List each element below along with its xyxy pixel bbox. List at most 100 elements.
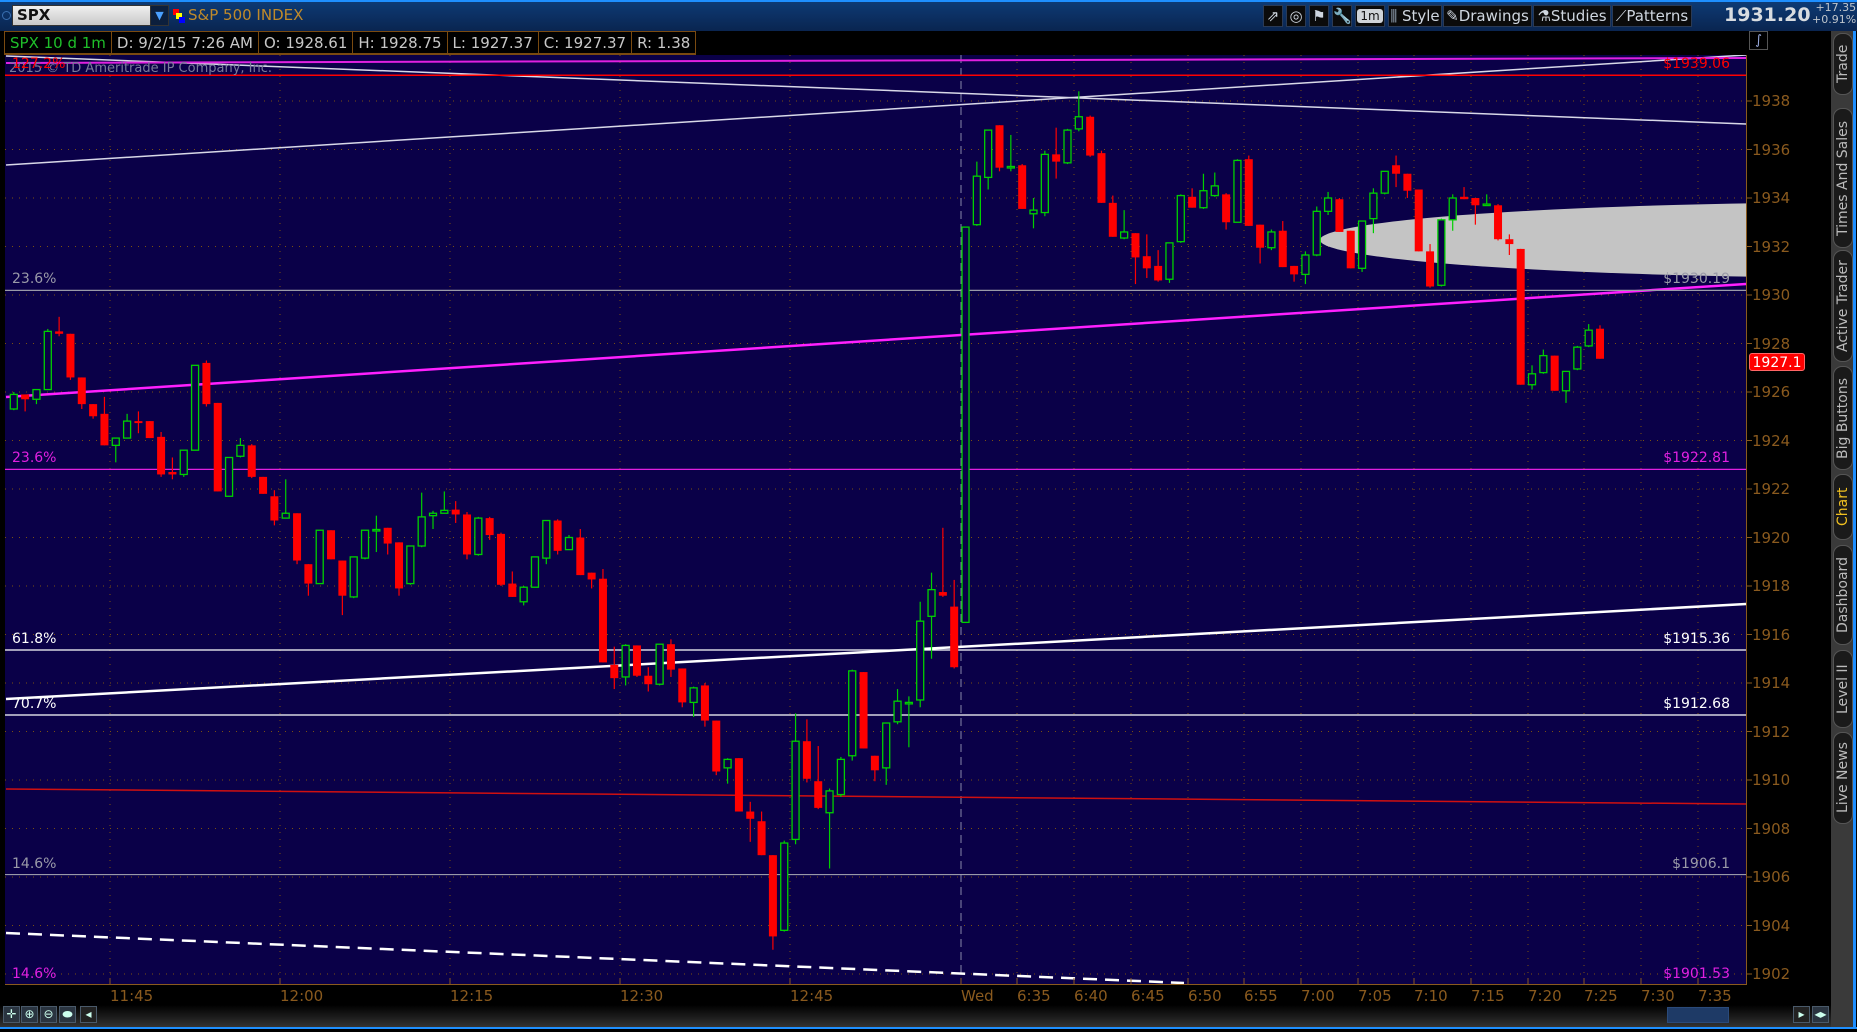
candle-body-down (383, 527, 392, 544)
candle-body-up (440, 509, 449, 514)
candle-body-down (1097, 153, 1106, 203)
x-tick-label: 11:45 (110, 987, 154, 1005)
candle-body-down (168, 472, 177, 475)
scroll-right-icon[interactable]: ▸ (1793, 1006, 1810, 1023)
x-tick-label: 7:25 (1584, 987, 1618, 1005)
price-chart[interactable] (0, 0, 1857, 1032)
x-tick-label: 6:50 (1188, 987, 1222, 1005)
side-tab-big-buttons[interactable]: Big Buttons (1833, 366, 1853, 470)
fib-percent-label: 14.6% (12, 966, 57, 983)
x-tick-label: 12:00 (280, 987, 324, 1005)
scroll-left-icon[interactable]: ◂ (80, 1006, 97, 1023)
expand-icon[interactable]: ◂▸ (1812, 1006, 1829, 1023)
fib-price-label: $1939.06 (1663, 56, 1730, 73)
candle-body-up (474, 517, 483, 556)
y-tick-label: 1924 (1752, 431, 1791, 450)
candle-body-down (746, 811, 755, 819)
crosshair-icon[interactable]: ✛ (3, 1006, 20, 1023)
candle-body-down (1516, 248, 1525, 385)
zoom-in-icon[interactable]: ⊕ (21, 1006, 38, 1023)
candle-body-down (1131, 233, 1140, 258)
side-tab-trade[interactable]: Trade (1833, 33, 1853, 95)
candle-body-up (1357, 220, 1367, 269)
zoom-fit-icon[interactable]: ⬬ (59, 1006, 76, 1023)
candle-body-down (666, 644, 675, 670)
x-tick-label: 7:20 (1528, 987, 1562, 1005)
candle-body-up (372, 528, 381, 532)
candle-body-up (1029, 209, 1038, 215)
dashed-trendline (5, 931, 1185, 985)
candle-body-down (270, 496, 279, 521)
y-tick-label: 1926 (1752, 383, 1791, 401)
x-tick-label: 12:30 (620, 987, 664, 1005)
candle-body-up (904, 701, 914, 705)
side-tab-dashboard[interactable]: Dashboard (1833, 545, 1853, 645)
candle-body-up (1210, 185, 1219, 197)
zoom-out-icon[interactable]: ⊖ (40, 1006, 57, 1023)
candle-body-down (644, 675, 653, 685)
candle-body-up (1040, 153, 1049, 214)
candle-body-up (1267, 231, 1276, 249)
candle-body-up (780, 842, 789, 931)
candle-body-up (1437, 219, 1446, 286)
candle-body-down (576, 537, 585, 576)
candle-body-down (610, 664, 619, 679)
x-tick-label: 6:55 (1244, 987, 1278, 1005)
x-tick-label: 7:30 (1641, 987, 1675, 1005)
x-tick-label: 12:45 (790, 987, 834, 1005)
y-tick-label: 1910 (1752, 771, 1791, 789)
candle-body-down (1550, 355, 1559, 391)
side-tab-times-and-sales[interactable]: Times And Sales (1833, 108, 1853, 248)
candle-body-down (395, 542, 404, 589)
scrollbar-thumb[interactable] (1667, 1007, 1729, 1023)
side-tab-live-news[interactable]: Live News (1833, 732, 1853, 824)
candle-body-down (463, 514, 471, 555)
candle-body-down (553, 520, 562, 551)
candle-body-up (43, 330, 52, 391)
current-price-tag: 1927.1 (1749, 353, 1805, 371)
candle-body-down (145, 421, 154, 439)
candle-body-down (1596, 328, 1604, 359)
candle-body-up (836, 758, 846, 796)
candle-body-down (508, 583, 517, 597)
candle-body-down (870, 755, 879, 771)
candle-body-up (1527, 373, 1537, 386)
candle-body-down (598, 578, 607, 663)
candle-body-down (157, 436, 166, 475)
candle-body-down (1505, 239, 1514, 245)
candle-body-down (1278, 230, 1287, 268)
candle-body-up (1176, 194, 1185, 243)
y-tick-label: 1928 (1752, 334, 1791, 353)
candle-body-up (1323, 197, 1333, 212)
candle-body-down (1018, 165, 1027, 209)
chart-scrollbar[interactable] (0, 1005, 1831, 1027)
candle-body-down (632, 645, 641, 676)
candle-body-down (678, 668, 687, 703)
candle-body-down (1086, 116, 1095, 156)
candle-body-up (916, 620, 925, 701)
candle-body-down (700, 685, 709, 721)
candle-body-up (1199, 190, 1208, 209)
candle-body-up (1380, 170, 1389, 194)
side-tab-active-trader[interactable]: Active Trader (1833, 250, 1853, 362)
side-tab-level-ii[interactable]: Level II (1833, 650, 1853, 728)
x-tick-label: 6:35 (1017, 987, 1051, 1005)
candle-body-down (768, 855, 777, 937)
fib-price-label: $1912.68 (1663, 696, 1730, 712)
candle-body-up (530, 556, 540, 588)
candle-body-down (1471, 198, 1480, 206)
candle-body-up (1573, 346, 1582, 370)
candle-body-up (1301, 254, 1310, 276)
fib-percent-label: 14.6% (12, 855, 57, 872)
x-tick-label: 7:05 (1358, 987, 1392, 1005)
candle-body-down (202, 362, 211, 405)
candle-body-up (349, 556, 358, 598)
x-tick-label: 6:40 (1074, 987, 1108, 1005)
y-tick-label: 1918 (1752, 577, 1791, 595)
x-tick-label: 12:15 (450, 987, 494, 1005)
candle-body-up (723, 758, 732, 769)
side-tab-chart[interactable]: Chart (1833, 474, 1853, 540)
candle-body-down (304, 564, 313, 584)
candle-body-up (882, 722, 891, 769)
y-tick-label: 1922 (1752, 480, 1791, 498)
